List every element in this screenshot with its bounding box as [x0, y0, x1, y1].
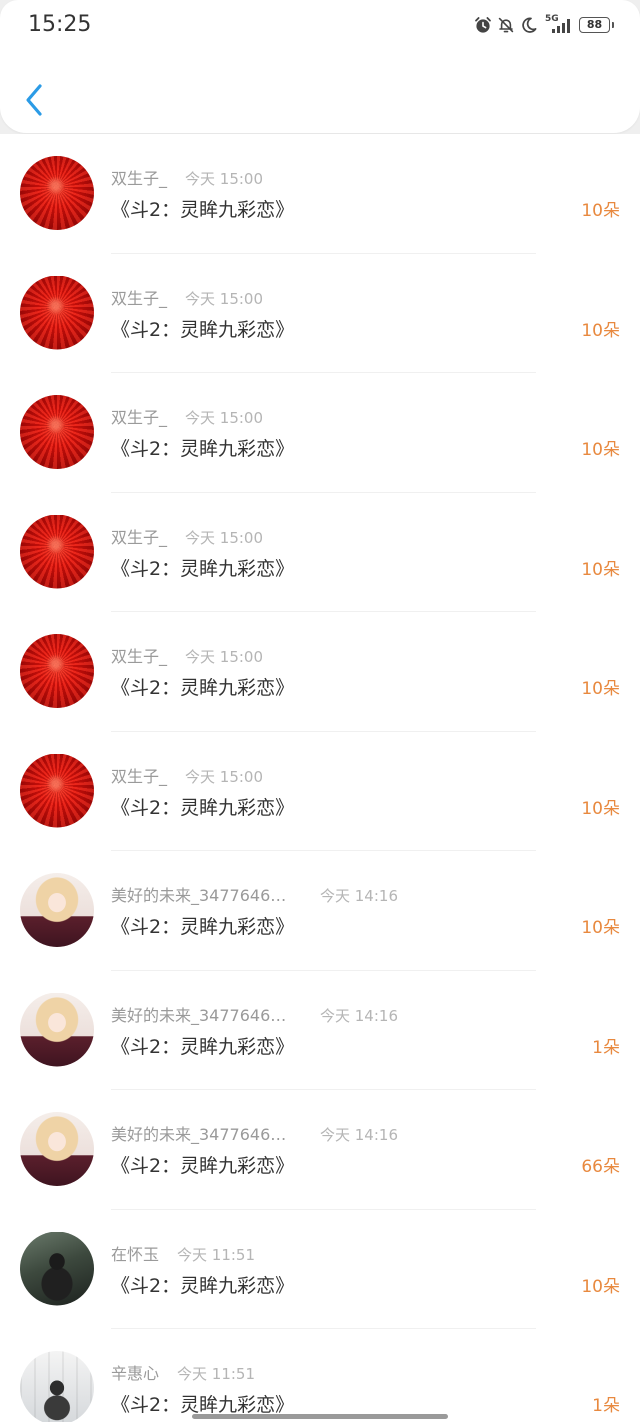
home-indicator[interactable]	[192, 1414, 448, 1419]
avatar[interactable]	[20, 634, 94, 708]
work-title: 《斗2：灵眸九彩恋》	[111, 438, 295, 460]
gift-record-row: 美好的未来_3477646… 今天 14:16 《斗2：灵眸九彩恋》 1朵	[0, 971, 640, 1090]
gift-time: 今天 15:00	[185, 767, 264, 786]
battery-level: 88	[579, 17, 610, 33]
avatar[interactable]	[20, 1351, 94, 1422]
gift-time: 今天 15:00	[185, 648, 264, 666]
gift-time: 今天 11:51	[177, 1245, 256, 1264]
sender-meta: 辛惠心 今天 11:51	[111, 1363, 255, 1385]
sender-name[interactable]: 双生子_	[111, 527, 167, 549]
avatar[interactable]	[20, 1112, 94, 1186]
sender-name[interactable]: 在怀玉	[111, 1244, 159, 1266]
gift-record-row: 双生子_ 今天 15:00 《斗2：灵眸九彩恋》 10朵	[0, 373, 640, 493]
avatar[interactable]	[20, 514, 94, 589]
gift-count: 66朵	[581, 1157, 620, 1177]
avatar[interactable]	[20, 873, 94, 947]
chevron-left-icon	[26, 84, 42, 116]
gift-count: 10朵	[581, 201, 620, 221]
sender-meta: 双生子_ 今天 15:00	[111, 168, 263, 190]
gift-time: 今天 14:16	[320, 887, 398, 905]
battery-nub	[612, 22, 614, 28]
gift-count: 10朵	[581, 798, 620, 819]
avatar[interactable]	[20, 395, 94, 469]
sender-meta: 双生子_ 今天 15:00	[111, 288, 263, 310]
gift-record-row: 双生子_ 今天 15:00 《斗2：灵眸九彩恋》 10朵	[0, 612, 640, 732]
sender-name[interactable]: 双生子_	[111, 646, 167, 668]
gift-count: 10朵	[581, 679, 620, 699]
gift-record-row: 双生子_ 今天 15:00 《斗2：灵眸九彩恋》 10朵	[0, 493, 640, 612]
work-title: 《斗2：灵眸九彩恋》	[111, 916, 295, 938]
gift-count: 10朵	[581, 440, 620, 460]
sender-name[interactable]: 美好的未来_3477646…	[111, 1005, 302, 1027]
avatar[interactable]	[20, 992, 94, 1067]
gift-time: 今天 14:16	[320, 1126, 398, 1144]
sender-meta: 双生子_ 今天 15:00	[111, 527, 263, 549]
work-title: 《斗2：灵眸九彩恋》	[111, 796, 295, 819]
moon-icon	[520, 16, 538, 34]
gift-time: 今天 15:00	[185, 289, 264, 308]
work-title: 《斗2：灵眸九彩恋》	[111, 1274, 295, 1297]
gift-record-row: 双生子_ 今天 15:00 《斗2：灵眸九彩恋》 10朵	[0, 134, 640, 254]
gift-record-row: 美好的未来_3477646… 今天 14:16 《斗2：灵眸九彩恋》 66朵	[0, 1090, 640, 1210]
work-title: 《斗2：灵眸九彩恋》	[111, 677, 295, 699]
gift-record-list[interactable]: 双生子_ 今天 15:00 《斗2：灵眸九彩恋》 10朵 双生子_ 今天 15:…	[0, 134, 640, 1422]
back-button[interactable]	[18, 80, 52, 120]
avatar[interactable]	[20, 753, 94, 828]
gift-count: 10朵	[581, 559, 620, 580]
gift-time: 今天 15:00	[185, 528, 264, 547]
gift-count: 1朵	[592, 1037, 620, 1058]
work-title: 《斗2：灵眸九彩恋》	[111, 318, 295, 341]
avatar[interactable]	[20, 1231, 94, 1306]
header-area: 15:25 5G 88	[0, 0, 640, 134]
bell-off-icon	[497, 16, 515, 34]
signal-icon: 5G	[545, 13, 575, 35]
sender-meta: 双生子_ 今天 15:00	[111, 407, 263, 429]
gift-record-row: 在怀玉 今天 11:51 《斗2：灵眸九彩恋》 10朵	[0, 1210, 640, 1329]
header-card: 15:25 5G 88	[0, 0, 640, 133]
work-title: 《斗2：灵眸九彩恋》	[111, 1155, 295, 1177]
sender-meta: 双生子_ 今天 15:00	[111, 766, 263, 788]
gift-record-row: 双生子_ 今天 15:00 《斗2：灵眸九彩恋》 10朵	[0, 732, 640, 851]
gift-count: 1朵	[592, 1396, 620, 1416]
gift-count: 10朵	[581, 1276, 620, 1297]
avatar[interactable]	[20, 156, 94, 230]
work-title: 《斗2：灵眸九彩恋》	[111, 199, 295, 221]
gift-time: 今天 11:51	[177, 1365, 256, 1383]
gift-count: 10朵	[581, 918, 620, 938]
status-time: 15:25	[28, 12, 92, 37]
alarm-icon	[474, 16, 492, 34]
sender-name[interactable]: 双生子_	[111, 168, 167, 190]
sender-name[interactable]: 双生子_	[111, 766, 167, 788]
gift-time: 今天 14:16	[320, 1006, 398, 1025]
network-label: 5G	[545, 14, 559, 24]
sender-meta: 双生子_ 今天 15:00	[111, 646, 263, 668]
gift-count: 10朵	[581, 320, 620, 341]
sender-meta: 美好的未来_3477646… 今天 14:16	[111, 1124, 398, 1146]
work-title: 《斗2：灵眸九彩恋》	[111, 557, 295, 580]
battery-icon: 88	[579, 17, 615, 34]
sender-meta: 美好的未来_3477646… 今天 14:16	[111, 885, 398, 907]
gift-time: 今天 15:00	[185, 170, 264, 188]
work-title: 《斗2：灵眸九彩恋》	[111, 1035, 295, 1058]
sender-name[interactable]: 美好的未来_3477646…	[111, 885, 302, 907]
gift-record-row: 美好的未来_3477646… 今天 14:16 《斗2：灵眸九彩恋》 10朵	[0, 851, 640, 971]
sender-name[interactable]: 双生子_	[111, 407, 167, 429]
gift-record-row: 双生子_ 今天 15:00 《斗2：灵眸九彩恋》 10朵	[0, 254, 640, 373]
sender-meta: 在怀玉 今天 11:51	[111, 1244, 255, 1266]
sender-name[interactable]: 双生子_	[111, 288, 167, 310]
sender-name[interactable]: 辛惠心	[111, 1363, 159, 1385]
avatar[interactable]	[20, 275, 94, 350]
gift-time: 今天 15:00	[185, 409, 264, 427]
sender-name[interactable]: 美好的未来_3477646…	[111, 1124, 302, 1146]
gift-record-row: 辛惠心 今天 11:51 《斗2：灵眸九彩恋》 1朵	[0, 1329, 640, 1422]
sender-meta: 美好的未来_3477646… 今天 14:16	[111, 1005, 398, 1027]
